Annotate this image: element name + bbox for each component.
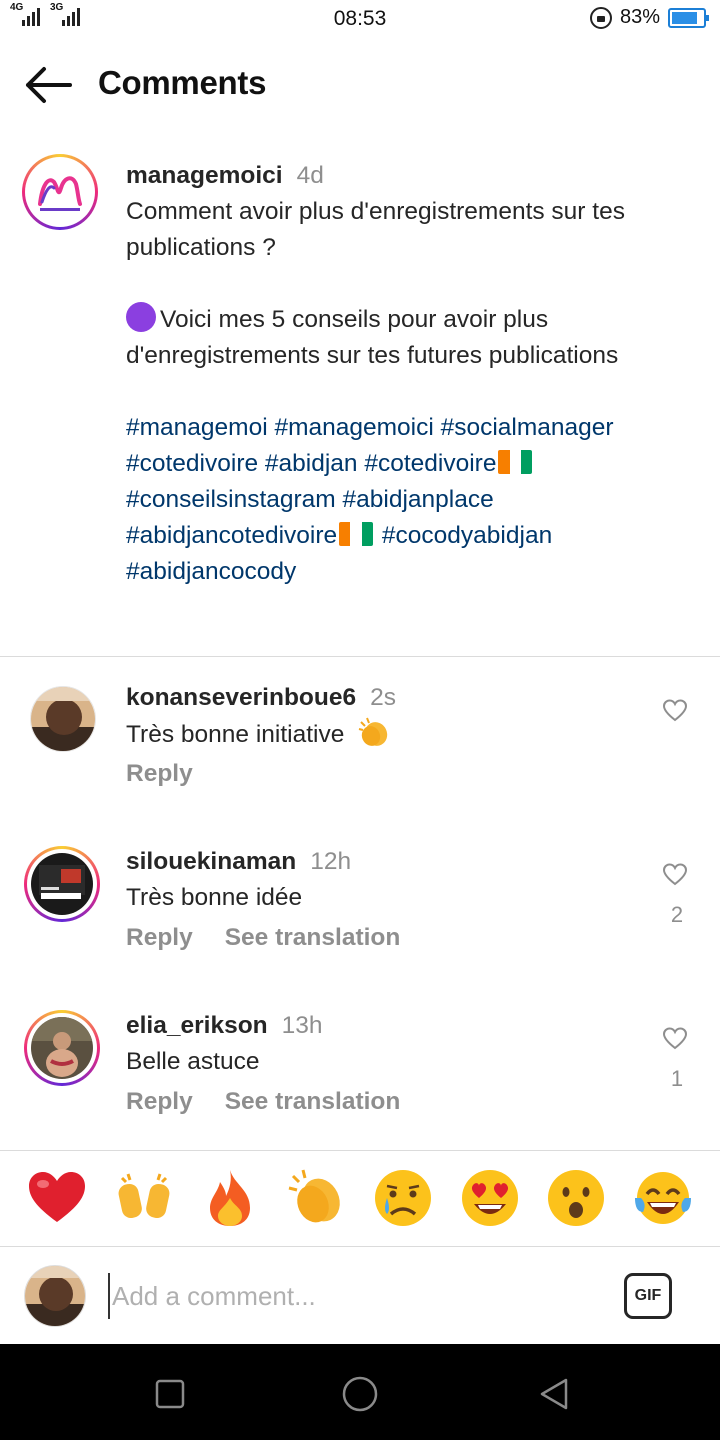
home-icon[interactable] — [340, 1374, 380, 1414]
tears-of-joy-emoji-icon[interactable] — [631, 1166, 695, 1230]
quick-reactions-bar — [0, 1166, 720, 1238]
comment-username[interactable]: silouekinaman — [126, 848, 296, 875]
red-heart-emoji-icon[interactable] — [25, 1166, 89, 1230]
purple-circle-icon — [126, 302, 156, 332]
caption-avatar[interactable] — [22, 154, 98, 230]
caption-username[interactable]: managemoici — [126, 162, 283, 189]
current-user-avatar — [24, 1265, 86, 1327]
reply-button[interactable]: Reply — [126, 760, 193, 787]
comment-avatar[interactable] — [24, 1010, 100, 1086]
user-photo-icon — [31, 687, 95, 751]
ivory-coast-flag-icon — [498, 450, 533, 474]
comment-avatar[interactable] — [24, 846, 100, 922]
back-nav-icon[interactable] — [534, 1374, 574, 1414]
comment-text: Très bonne idée — [126, 884, 303, 911]
reply-button[interactable]: Reply — [126, 1088, 193, 1115]
rotation-lock-icon — [589, 6, 612, 29]
comment-text: Très bonne initiative — [126, 721, 345, 748]
comment-time: 12h — [310, 848, 352, 875]
comment-input-row: GIF — [0, 1247, 720, 1343]
back-button[interactable] — [18, 62, 78, 108]
raising-hands-emoji-icon[interactable] — [112, 1166, 176, 1230]
ivory-coast-flag-icon — [339, 522, 374, 546]
comment-username[interactable]: elia_erikson — [126, 1012, 268, 1039]
caption-text-2: Voici mes 5 conseils pour avoir plus d'e… — [126, 306, 619, 369]
gif-button[interactable]: GIF — [624, 1273, 672, 1319]
comment-input[interactable] — [108, 1273, 588, 1319]
like-count: 2 — [670, 902, 684, 927]
battery-icon — [668, 7, 709, 28]
caption-text-1: Comment avoir plus d'enregistrements sur… — [126, 198, 625, 261]
see-translation-button[interactable]: See translation — [225, 1088, 401, 1115]
reactions-divider — [0, 1150, 720, 1151]
surprised-face-emoji-icon[interactable] — [544, 1166, 608, 1230]
comment-username[interactable]: konanseverinboue6 — [126, 684, 356, 711]
battery-percent: 83% — [619, 6, 660, 28]
comment-time: 2s — [370, 684, 396, 711]
user-photo-icon — [31, 1017, 93, 1079]
comment-avatar[interactable] — [30, 686, 96, 752]
managemoi-logo-icon — [38, 176, 82, 211]
recent-apps-icon[interactable] — [150, 1374, 190, 1414]
caption-divider — [0, 656, 720, 657]
like-heart-icon[interactable] — [662, 1026, 688, 1052]
caption-hashtags[interactable]: #managemoi #managemoici #socialmanager #… — [126, 410, 696, 590]
see-translation-button[interactable]: See translation — [225, 924, 401, 951]
clapping-hands-icon — [358, 717, 388, 746]
crying-face-emoji-icon[interactable] — [371, 1166, 435, 1230]
reply-button[interactable]: Reply — [126, 924, 193, 951]
status-bar: 4G 3G 08:53 83% — [0, 0, 720, 38]
user-photo-icon — [31, 853, 93, 915]
comment-time: 13h — [281, 1012, 323, 1039]
app-header: Comments — [0, 50, 720, 120]
heart-eyes-emoji-icon[interactable] — [458, 1166, 522, 1230]
clapping-hands-emoji-icon[interactable] — [285, 1166, 349, 1230]
page-title: Comments — [98, 64, 267, 101]
like-heart-icon[interactable] — [662, 862, 688, 888]
like-heart-icon[interactable] — [662, 698, 688, 724]
arrow-left-icon — [26, 67, 72, 103]
system-nav-bar — [0, 1344, 720, 1440]
comment-text: Belle astuce — [126, 1048, 260, 1075]
fire-emoji-icon[interactable] — [198, 1166, 262, 1230]
caption-time: 4d — [296, 162, 324, 189]
like-count: 1 — [670, 1066, 684, 1091]
user-photo-icon — [25, 1266, 85, 1326]
